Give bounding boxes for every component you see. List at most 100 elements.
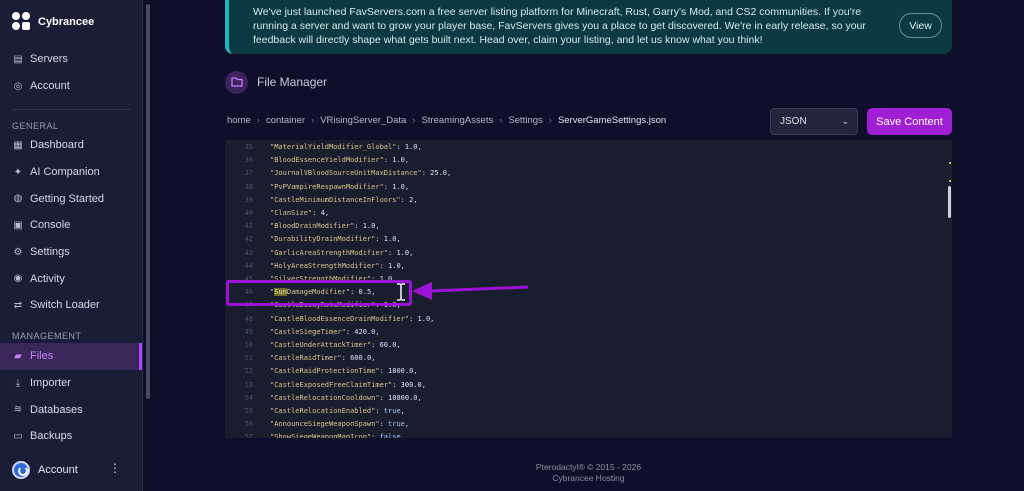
code-text: "CastleRaidTimer": 600.0, — [270, 354, 376, 363]
sidebar-item-getting-started[interactable]: ◍ Getting Started — [0, 185, 142, 212]
announcement-banner: We've just launched FavServers.com a fre… — [225, 0, 952, 54]
code-text: "CastleRelocationEnabled": true, — [270, 407, 405, 415]
code-text: "BloodEssenceYieldModifier": 1.0, — [270, 156, 410, 165]
json-value: 1.0 — [388, 261, 401, 270]
sidebar-scrollbar-thumb[interactable] — [146, 4, 150, 399]
host-text: Cybrancee Hosting — [552, 473, 625, 483]
code-text: "CastleExposedFreeClaimTimer": 300.0, — [270, 380, 426, 389]
sidebar-item-console[interactable]: ▣ Console — [0, 212, 142, 239]
breadcrumb-link[interactable]: home — [227, 115, 251, 126]
line-number: 57 — [244, 433, 253, 438]
code-text: "MaterialYieldModifier_Global": 1.0, — [270, 143, 422, 151]
json-value: 2 — [409, 195, 414, 204]
line-number: 37 — [244, 169, 253, 178]
line-number: 55 — [244, 407, 253, 415]
editor-scrollbar-thumb[interactable] — [948, 186, 951, 218]
sidebar-item-switch-loader[interactable]: ⇄ Switch Loader — [0, 292, 142, 319]
line-number: 52 — [244, 367, 253, 376]
sidebar-item-account[interactable]: ◎ Account — [0, 73, 142, 100]
sidebar-item-databases[interactable]: ≋ Databases — [0, 396, 142, 423]
scroll-marker — [949, 162, 951, 164]
json-key: "MaterialYieldModifier_Global" — [270, 143, 397, 151]
line-number: 40 — [244, 209, 253, 217]
download-icon: ⤓ — [15, 377, 21, 389]
sidebar-item-files[interactable]: ▰ Files — [0, 343, 142, 370]
sidebar-item-dashboard[interactable]: ▦ Dashboard — [0, 132, 142, 159]
breadcrumb-link[interactable]: Settings — [508, 115, 542, 126]
line-number: 50 — [244, 341, 253, 349]
ai-icon: ✦ — [13, 166, 23, 178]
json-value: false — [379, 433, 401, 438]
code-text: "BloodDrainModifier": 1.0, — [270, 222, 380, 231]
sidebar-item-servers[interactable]: ▤ Servers — [0, 46, 142, 73]
json-key: "CastleUnderAttackTimer" — [270, 341, 372, 349]
page-title: File Manager — [257, 75, 328, 89]
json-key: "CastleExposedFreeClaimTimer" — [270, 380, 393, 389]
brand-name: Cybrancee — [38, 16, 95, 28]
breadcrumb-link[interactable]: container — [266, 115, 305, 126]
sidebar-item-label: Backups — [30, 430, 73, 443]
avatar — [12, 461, 30, 479]
json-value: 4 — [320, 209, 325, 217]
format-select[interactable]: JSON ⌄ — [770, 108, 858, 135]
sidebar-item-ai-companion[interactable]: ✦ AI Companion — [0, 159, 142, 186]
line-number: 54 — [244, 393, 253, 402]
code-text: "HolyAreaStrengthModifier": 1.0, — [270, 261, 405, 270]
cybrancee-logo-icon — [12, 12, 32, 32]
code-text: "JournalVBloodSourceUnitMaxDistance": 25… — [270, 169, 452, 178]
breadcrumb-link[interactable]: VRisingServer_Data — [320, 115, 406, 126]
sidebar-divider — [12, 109, 130, 110]
account-footer[interactable]: Account ⋮ — [0, 455, 143, 485]
nav-management: ▰ Files ⤓ Importer ≋ Databases ▭ Backups — [0, 343, 142, 450]
code-text: "PvPVampireRespawnModifier": 1.0, — [270, 182, 410, 191]
sidebar-item-importer[interactable]: ⤓ Importer — [0, 370, 142, 397]
code-text: "CastleMinimumDistanceInFloors": 2, — [270, 195, 418, 204]
globe-icon: ◍ — [13, 193, 23, 205]
json-value: 1.0 — [404, 143, 418, 151]
code-text: "CastleUnderAttackTimer": 60.0, — [270, 341, 401, 349]
json-key: "CastleMinimumDistanceInFloors" — [270, 195, 401, 204]
json-value: true — [383, 407, 401, 415]
file-manager-header: File Manager — [225, 69, 327, 95]
code-text: "CastleBloodEssenceDrainModifier": 1.0, — [270, 314, 435, 323]
sidebar-item-label: Getting Started — [30, 192, 104, 205]
save-content-button[interactable]: Save Content — [867, 108, 952, 135]
sidebar: Cybrancee ▤ Servers ◎ Account GENERAL ▦ Dash… — [0, 0, 143, 491]
sidebar-item-label: Account — [30, 80, 70, 93]
json-value: 300.0 — [400, 380, 422, 389]
json-key: "CastleBloodEssenceDrainModifier" — [270, 314, 410, 323]
eye-icon: ◉ — [13, 273, 23, 285]
json-key: "CastleRaidProtectionTime" — [270, 367, 380, 376]
line-number: 51 — [244, 354, 253, 363]
folder-icon — [225, 70, 248, 94]
sidebar-item-activity[interactable]: ◉ Activity — [0, 265, 142, 292]
line-number: 43 — [244, 248, 253, 257]
sidebar-item-label: Servers — [30, 53, 68, 66]
code-text: "AnnounceSiegeWeaponSpawn": true, — [270, 420, 410, 429]
json-key: "CastleRaidTimer" — [270, 354, 342, 363]
text-cursor-icon — [397, 283, 405, 301]
kebab-menu-icon[interactable]: ⋮ — [109, 461, 121, 475]
breadcrumb-link[interactable]: StreamingAssets — [421, 115, 493, 126]
json-key: "ShowSiegeWeaponMapIcon" — [270, 433, 372, 438]
server-icon: ▤ — [13, 53, 23, 65]
chevron-down-icon: ⌄ — [841, 116, 849, 126]
sidebar-item-label: AI Companion — [30, 166, 100, 179]
scroll-marker — [949, 180, 951, 182]
brand[interactable]: Cybrancee — [12, 12, 94, 32]
line-number: 49 — [244, 327, 253, 336]
sidebar-item-settings[interactable]: ⚙ Settings — [0, 239, 142, 266]
view-button[interactable]: View — [899, 13, 942, 38]
sidebar-item-backups[interactable]: ▭ Backups — [0, 423, 142, 450]
sidebar-item-label: Activity — [30, 272, 65, 285]
breadcrumb-current: ServerGameSettings.json — [557, 115, 667, 126]
json-key: "HolyAreaStrengthModifier" — [270, 261, 380, 270]
sidebar-item-label: Files — [30, 350, 54, 363]
line-number: 35 — [244, 143, 253, 151]
json-key: "BloodEssenceYieldModifier" — [270, 156, 384, 165]
json-key: "BloodDrainModifier" — [270, 222, 355, 231]
format-select-value: JSON — [780, 116, 807, 127]
json-value: 10800.0 — [388, 393, 418, 402]
line-number: 56 — [244, 420, 253, 429]
json-key: "CastleRelocationEnabled" — [270, 407, 376, 415]
